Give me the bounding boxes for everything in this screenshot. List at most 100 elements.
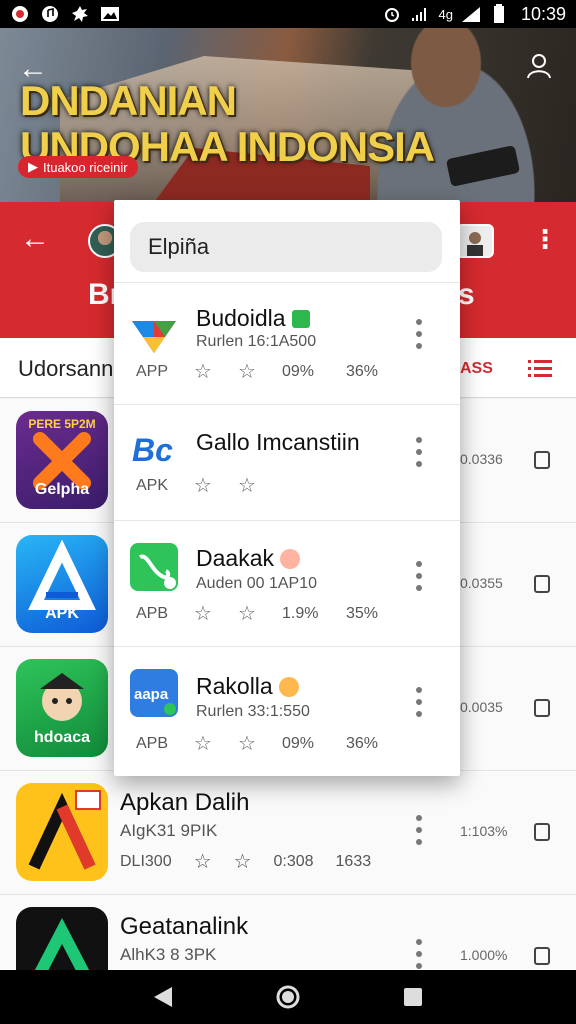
svg-text:aapa: aapa [134, 686, 169, 703]
more-icon[interactable] [414, 815, 424, 845]
app-meta: APP ☆ ☆ 09% 36% [136, 359, 410, 384]
app-meta: APB ☆ ☆ 1.9% 35% [136, 601, 410, 626]
music-icon [40, 4, 60, 24]
star-icon[interactable]: ☆ [194, 473, 238, 498]
search-dropdown: Budoidla Rurlen 16:1A500 APP ☆ ☆ 09% 36%… [114, 200, 460, 776]
navigation-bar [0, 970, 576, 1024]
app-subtitle: Auden 00 1AP10 [196, 575, 317, 592]
star-icon[interactable]: ☆ [194, 601, 238, 626]
app-icon-hdoaca: hdoaca [16, 659, 108, 757]
status-bar: 4g 10:39 [0, 0, 576, 28]
app-icon-gallo: Bc [130, 425, 178, 473]
alarm-icon [382, 4, 402, 24]
battery-icon [489, 4, 509, 24]
side-stat: 0.0355 [460, 575, 503, 591]
dropdown-item-budoidla[interactable]: Budoidla Rurlen 16:1A500 APP ☆ ☆ 09% 36% [114, 282, 460, 404]
app-meta-kind: DLI300 [120, 852, 172, 870]
app-icon-daakak [130, 543, 178, 591]
record-icon [10, 4, 30, 24]
app-meta-count: 1633 [335, 852, 372, 870]
network-type: 4g [438, 6, 453, 22]
app-icon-apkan [16, 783, 108, 881]
dropdown-item-gallo[interactable]: Bc Gallo Imcanstiin APK ☆ ☆ [114, 404, 460, 520]
star-icon[interactable]: ☆ [238, 731, 282, 756]
app-name-text: Budoidla [196, 305, 286, 331]
more-icon[interactable] [414, 437, 424, 467]
star-icon[interactable]: ☆ [194, 359, 238, 384]
hero-badge-label: Ituakoo riceinir [43, 159, 128, 175]
nav-home-icon[interactable] [274, 983, 302, 1011]
app-name: Gallo Imcanstiin [196, 429, 360, 455]
settings-icon [70, 4, 90, 24]
app-stat-2: 36% [346, 362, 379, 380]
app-name: Geatanalink [120, 913, 249, 940]
app-stat-1: 1.9% [282, 604, 319, 622]
app-icon-apk: APK [16, 535, 108, 633]
app-name: Daakak [196, 545, 300, 572]
save-icon[interactable] [534, 699, 550, 717]
app-stat-2: 36% [346, 734, 379, 752]
app-meta: APB ☆ ☆ 09% 36% [136, 731, 410, 756]
app-stat-1: 09% [282, 362, 315, 380]
star-icon[interactable]: ☆ [194, 849, 212, 874]
list-view-icon[interactable] [528, 358, 552, 378]
app-icon-label: APK [45, 605, 79, 622]
more-icon[interactable] [414, 687, 424, 717]
app-stat-1: 09% [282, 734, 315, 752]
star-icon[interactable]: ☆ [238, 473, 282, 498]
emoji-face-icon [278, 676, 299, 697]
profile-thumbnail[interactable] [456, 224, 494, 258]
dropdown-item-daakak[interactable]: Daakak Auden 00 1AP10 APB ☆ ☆ 1.9% 35% [114, 520, 460, 646]
badge-icon: ▶ [28, 159, 38, 174]
app-name: Apkan Dalih [120, 789, 250, 816]
svg-text:Bc: Bc [132, 432, 173, 468]
star-icon[interactable]: ☆ [238, 359, 282, 384]
app-name-text: Daakak [196, 545, 274, 571]
more-icon[interactable] [414, 319, 424, 349]
tab-right[interactable]: ASS [460, 360, 493, 378]
app-name: Rakolla [196, 673, 299, 700]
star-icon[interactable]: ☆ [238, 601, 282, 626]
hero-title-line1: DNDANIAN [20, 77, 237, 124]
app-subtitle: AlhK3 8 3PK [120, 945, 217, 964]
app-icon-budoidla [130, 309, 178, 357]
side-stat: 0.0336 [460, 451, 503, 467]
app-name: Budoidla [196, 305, 310, 332]
search-input[interactable] [130, 222, 442, 272]
star-icon[interactable]: ☆ [194, 731, 238, 756]
app-kind: APB [136, 604, 169, 622]
side-stat: 0.0035 [460, 699, 503, 715]
app-kind: APP [136, 362, 169, 380]
more-vert-icon[interactable]: ⋮ [532, 224, 558, 255]
user-icon[interactable] [524, 50, 554, 80]
star-icon[interactable]: ☆ [234, 849, 252, 874]
hero-badge[interactable]: ▶ Ituakoo riceinir [18, 156, 138, 178]
side-stat: 1.000% [460, 947, 508, 963]
signal-icon [410, 4, 430, 24]
app-subtitle: Rurlen 16:1A500 [196, 333, 317, 350]
app-stat-2: 35% [346, 604, 379, 622]
app-kind: APK [136, 476, 169, 494]
app-name-text: Rakolla [196, 673, 273, 699]
hero-banner: ← DNDANIAN UNDOHAA INDONSIA ▶ Ituakoo ri… [0, 28, 576, 202]
toolbar-back-icon[interactable]: ← [20, 222, 50, 256]
app-meta: APK ☆ ☆ [136, 473, 282, 498]
status-time: 10:39 [520, 3, 566, 24]
nav-back-icon[interactable] [149, 983, 177, 1011]
emoji-face-icon [279, 548, 300, 569]
more-icon[interactable] [414, 561, 424, 591]
save-icon[interactable] [534, 947, 550, 965]
dropdown-item-rakolla[interactable]: aapa Rakolla Rurlen 33:1:550 APB ☆ ☆ 09%… [114, 646, 460, 776]
app-icon-label: hdoaca [33, 729, 90, 746]
save-icon[interactable] [534, 451, 550, 469]
more-icon[interactable] [414, 939, 424, 969]
verified-badge-icon [291, 309, 310, 328]
nav-recents-icon[interactable] [399, 983, 427, 1011]
gallery-icon [100, 4, 120, 24]
save-icon[interactable] [534, 575, 550, 593]
list-item[interactable]: Apkan Dalih AIgK31 9PIK DLI300 ☆ ☆ 0:308… [0, 771, 576, 895]
app-kind: APB [136, 734, 169, 752]
tab-left[interactable]: Udorsann [18, 356, 113, 382]
save-icon[interactable] [534, 823, 550, 841]
wifi-icon [461, 4, 481, 24]
